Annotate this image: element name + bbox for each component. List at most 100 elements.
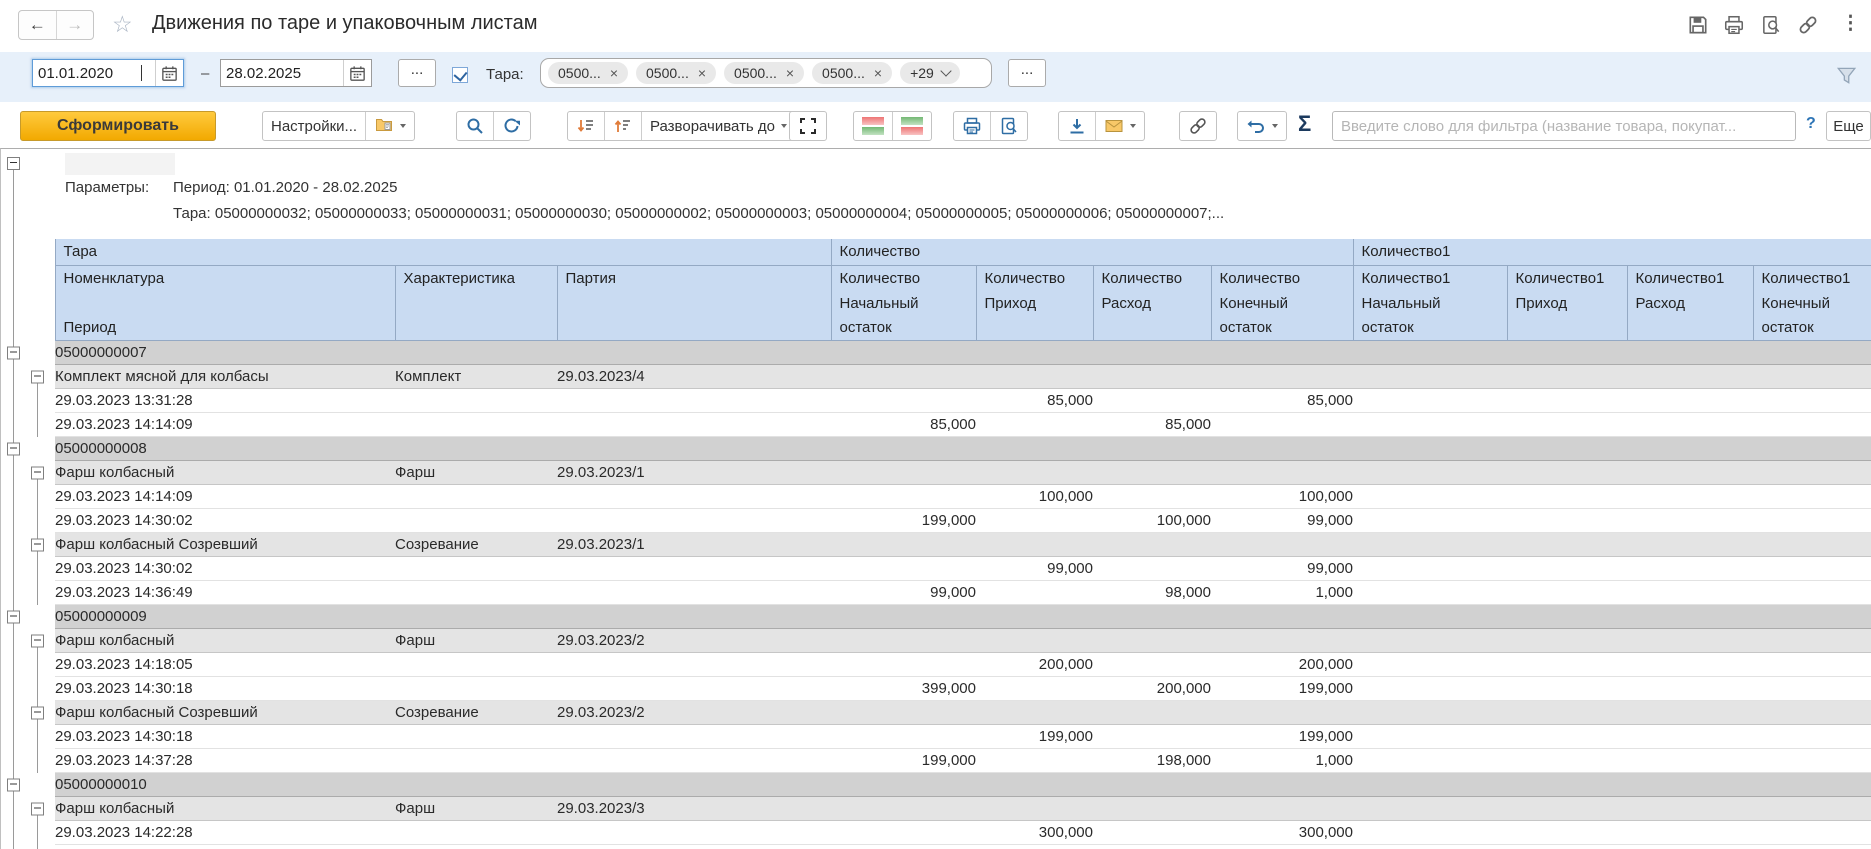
cell-qty-income[interactable] xyxy=(976,581,1093,605)
remove-tag-icon[interactable]: × xyxy=(610,65,618,81)
cell-nomenclature[interactable]: Фарш колбасный xyxy=(55,797,395,821)
cell-qty-closing[interactable]: 1,000 xyxy=(1211,749,1353,773)
tara-tags[interactable]: 0500...×0500...×0500...×0500...×+29 xyxy=(540,58,992,88)
cell-nomenclature[interactable]: Фарш колбасный xyxy=(55,629,395,653)
header-column[interactable]: КоличествоПриход xyxy=(976,266,1093,341)
cell-qty-expense[interactable] xyxy=(1093,557,1211,581)
cell-tara-code[interactable]: 05000000010 xyxy=(55,773,1871,797)
print-icon[interactable] xyxy=(1723,14,1745,36)
cell-qty-closing[interactable]: 85,000 xyxy=(1211,389,1353,413)
save-file-button[interactable] xyxy=(1059,112,1095,140)
cell-qty-expense[interactable] xyxy=(1093,389,1211,413)
cell-batch[interactable]: 29.03.2023/2 xyxy=(557,701,831,725)
cell-nomenclature[interactable]: Фарш колбасный Созревший xyxy=(55,701,395,725)
header-column[interactable]: НоменклатураПериод xyxy=(55,266,395,341)
expand-all-button[interactable] xyxy=(604,112,641,140)
cell-qty-opening[interactable]: 399,000 xyxy=(831,677,976,701)
date-to-field[interactable] xyxy=(220,59,372,87)
cell-qty-expense[interactable] xyxy=(1093,485,1211,509)
search-button[interactable] xyxy=(457,112,493,140)
more-actions-button[interactable]: Еще xyxy=(1826,111,1871,141)
collapse-item-button[interactable] xyxy=(31,802,44,815)
cell-characteristic[interactable]: Фарш xyxy=(395,797,557,821)
favorite-star-icon[interactable]: ☆ xyxy=(112,11,133,38)
cell-qty-opening[interactable]: 599,000 xyxy=(831,845,976,849)
cell-period-date[interactable]: 29.03.2023 14:30:18 xyxy=(55,677,395,701)
cell-qty-opening[interactable]: 199,000 xyxy=(831,749,976,773)
collapse-item-button[interactable] xyxy=(31,466,44,479)
collapse-all-button[interactable] xyxy=(568,112,604,140)
remove-tag-icon[interactable]: × xyxy=(874,65,882,81)
cell-qty-closing[interactable]: 199,000 xyxy=(1211,677,1353,701)
header-column[interactable]: Количество1Расход xyxy=(1627,266,1753,341)
cell-batch[interactable]: 29.03.2023/4 xyxy=(557,365,831,389)
cell-qty-closing[interactable]: 299,000 xyxy=(1211,845,1353,849)
cell-qty-expense[interactable]: 300,000 xyxy=(1093,845,1211,849)
get-link-icon[interactable] xyxy=(1797,14,1819,36)
cell-qty-income[interactable] xyxy=(976,509,1093,533)
cell-qty-closing[interactable]: 99,000 xyxy=(1211,557,1353,581)
cell-period-date[interactable]: 29.03.2023 14:30:02 xyxy=(55,509,395,533)
header-column[interactable]: Количество1Начальныйостаток xyxy=(1353,266,1507,341)
date-from-input[interactable] xyxy=(33,65,155,82)
help-link[interactable]: ? xyxy=(1806,115,1816,133)
cell-characteristic[interactable]: Созревание xyxy=(395,701,557,725)
header-group[interactable]: Количество xyxy=(831,239,1353,266)
tara-tag[interactable]: 0500...× xyxy=(812,62,892,84)
collapse-group-button[interactable] xyxy=(7,442,20,455)
undo-button[interactable] xyxy=(1238,112,1286,140)
cell-qty-expense[interactable]: 200,000 xyxy=(1093,677,1211,701)
forward-button[interactable]: → xyxy=(57,11,94,39)
cell-qty-closing[interactable]: 1,000 xyxy=(1211,581,1353,605)
remove-tag-icon[interactable]: × xyxy=(698,65,706,81)
header-group[interactable]: Тара xyxy=(55,239,831,266)
preview-button[interactable] xyxy=(990,112,1027,140)
cell-qty-income[interactable]: 100,000 xyxy=(976,485,1093,509)
calendar-icon[interactable] xyxy=(155,60,183,86)
settings-button[interactable]: Настройки... xyxy=(263,112,365,140)
cell-period-date[interactable]: 29.03.2023 14:18:05 xyxy=(55,653,395,677)
collapse-item-button[interactable] xyxy=(31,370,44,383)
cell-qty-opening[interactable]: 85,000 xyxy=(831,413,976,437)
date-to-input[interactable] xyxy=(221,65,343,82)
cell-qty-opening[interactable]: 99,000 xyxy=(831,581,976,605)
cell-tara-code[interactable]: 05000000007 xyxy=(55,341,1871,365)
cell-nomenclature[interactable]: Комплект мясной для колбасы xyxy=(55,365,395,389)
header-group[interactable]: Количество1 xyxy=(1353,239,1871,266)
remove-tag-icon[interactable]: × xyxy=(786,65,794,81)
expand-to-button[interactable]: Разворачивать до xyxy=(641,112,795,140)
cell-batch[interactable]: 29.03.2023/2 xyxy=(557,629,831,653)
cell-characteristic[interactable]: Фарш xyxy=(395,461,557,485)
cell-period-date[interactable]: 29.03.2023 14:30:30 xyxy=(55,845,395,849)
cell-qty-expense[interactable]: 198,000 xyxy=(1093,749,1211,773)
send-email-button[interactable] xyxy=(1095,112,1144,140)
cell-qty-opening[interactable] xyxy=(831,725,976,749)
cell-qty-expense[interactable] xyxy=(1093,725,1211,749)
cell-qty-opening[interactable] xyxy=(831,389,976,413)
cell-qty-income[interactable] xyxy=(976,749,1093,773)
cell-batch[interactable]: 29.03.2023/3 xyxy=(557,797,831,821)
cell-qty-income[interactable]: 199,000 xyxy=(976,725,1093,749)
cell-characteristic[interactable]: Комплект xyxy=(395,365,557,389)
cell-qty-expense[interactable]: 98,000 xyxy=(1093,581,1211,605)
cell-period-date[interactable]: 29.03.2023 14:37:28 xyxy=(55,749,395,773)
collapse-item-button[interactable] xyxy=(31,706,44,719)
collapse-group-button[interactable] xyxy=(7,610,20,623)
cell-qty-expense[interactable]: 85,000 xyxy=(1093,413,1211,437)
cell-nomenclature[interactable]: Фарш колбасный Созревший xyxy=(55,533,395,557)
print-preview-icon[interactable] xyxy=(1760,14,1782,36)
collapse-item-button[interactable] xyxy=(31,538,44,551)
report-variants-button[interactable] xyxy=(365,112,414,140)
cell-qty-closing[interactable]: 100,000 xyxy=(1211,485,1353,509)
tara-tag[interactable]: 0500...× xyxy=(724,62,804,84)
generate-button[interactable]: Сформировать xyxy=(20,111,216,141)
cell-nomenclature[interactable]: Фарш колбасный xyxy=(55,461,395,485)
report-link-button[interactable] xyxy=(1180,112,1216,140)
appearance-red-green-button[interactable] xyxy=(854,112,892,140)
cell-period-date[interactable]: 29.03.2023 14:36:49 xyxy=(55,581,395,605)
cell-qty-expense[interactable] xyxy=(1093,653,1211,677)
cell-qty-income[interactable]: 85,000 xyxy=(976,389,1093,413)
cell-qty-closing[interactable]: 200,000 xyxy=(1211,653,1353,677)
print-button[interactable] xyxy=(954,112,990,140)
cell-tara-code[interactable]: 05000000009 xyxy=(55,605,1871,629)
